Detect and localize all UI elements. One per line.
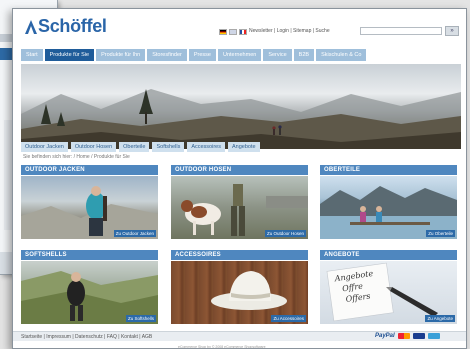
tile-link-oberteile[interactable]: Zu Oberteile (426, 230, 455, 237)
tile-title: OUTDOOR JACKEN (21, 165, 158, 175)
category-tile-outdoor-hosen[interactable]: OUTDOOR HOSEN Zu Outdoor Hosen (171, 165, 308, 239)
site-footer: Startseite | Impressum | Datenschutz | F… (13, 331, 466, 341)
tile-link-angebote[interactable]: Zu Angebote (425, 315, 455, 322)
flag-en-icon[interactable] (229, 29, 237, 35)
flag-fr-icon[interactable] (239, 29, 247, 35)
breadcrumb: Sie befinden sich hier: / Home / Produkt… (23, 154, 130, 160)
sub-nav-softshells[interactable]: Softshells (152, 142, 185, 152)
sub-nav-outdoor-jacken[interactable]: Outdoor Jacken (21, 142, 68, 152)
tile-link-outdoor-hosen[interactable]: Zu Outdoor Hosen (264, 230, 306, 237)
tile-image-angebote[interactable]: Angebote Offre Offers Zu Angebote (320, 261, 457, 324)
payment-logos: PayPal (375, 333, 440, 339)
paypal-logo: PayPal (375, 333, 395, 339)
category-tile-outdoor-jacken[interactable]: OUTDOOR JACKEN Zu Outdoor Jacken (21, 165, 158, 239)
brand-name: Schöffel (38, 16, 107, 36)
nav-item-service[interactable]: Service (263, 49, 292, 61)
tile-title: OUTDOOR HOSEN (171, 165, 308, 175)
nav-item-b2b[interactable]: B2B (293, 49, 315, 61)
language-flags (219, 29, 247, 35)
tile-title: SOFTSHELLS (21, 250, 158, 260)
nav-item-start[interactable]: Start (21, 49, 43, 61)
tile-image-outdoor-jacken[interactable]: Zu Outdoor Jacken (21, 176, 158, 239)
tile-link-outdoor-jacken[interactable]: Zu Outdoor Jacken (113, 230, 156, 237)
screenshot-stage: Schöffel Newsletter | Login | Sitemap | … (0, 0, 470, 349)
tile-link-softshells[interactable]: Zu Softshells (125, 315, 156, 322)
bank-card-icon (427, 333, 440, 339)
tile-image-oberteile[interactable]: Zu Oberteile (320, 176, 457, 239)
tile-image-softshells[interactable]: Zu Softshells (21, 261, 158, 324)
hero-banner-image (21, 64, 461, 149)
logo-mark-icon (25, 20, 37, 34)
nav-item-produkte-fuer-sie[interactable]: Produkte für Sie (44, 49, 95, 61)
sub-navigation: Outdoor Jacken Outdoor Hosen Oberteile S… (21, 142, 461, 152)
brand-logo[interactable]: Schöffel (25, 16, 107, 37)
sub-nav-accessoires[interactable]: Accessoires (187, 142, 225, 152)
main-page-window: Schöffel Newsletter | Login | Sitemap | … (12, 8, 467, 349)
category-tile-angebote[interactable]: ANGEBOTE Angebote Offre Offers Zu Angebo… (320, 250, 457, 324)
category-tile-oberteile[interactable]: OBERTEILE Zu Oberteile (320, 165, 457, 239)
sub-nav-outdoor-hosen[interactable]: Outdoor Hosen (70, 142, 117, 152)
nav-item-skischulen[interactable]: Skischulen & Co (316, 49, 367, 61)
copyright-text: eCommerce Shop by © 2008 eCommerce Shops… (178, 345, 266, 349)
search-input[interactable] (360, 27, 442, 35)
tile-title: OBERTEILE (320, 165, 457, 175)
sub-nav-angebote[interactable]: Angebote (227, 142, 260, 152)
nav-item-produkte-fuer-ihn[interactable]: Produkte für Ihn (96, 49, 146, 61)
tile-title: ACCESSOIRES (171, 250, 308, 260)
site-header: Schöffel Newsletter | Login | Sitemap | … (13, 9, 466, 45)
tile-link-accessoires[interactable]: Zu Accessoires (271, 315, 306, 322)
nav-item-storesfinder[interactable]: Storesfinder (147, 49, 187, 61)
tile-title: ANGEBOTE (320, 250, 457, 260)
visa-icon (412, 333, 425, 339)
footer-links[interactable]: Startseite | Impressum | Datenschutz | F… (21, 333, 152, 341)
nav-item-presse[interactable]: Presse (188, 49, 216, 61)
tile-image-outdoor-hosen[interactable]: Zu Outdoor Hosen (171, 176, 308, 239)
category-tile-accessoires[interactable]: ACCESSOIRES Zu Accessoires (171, 250, 308, 324)
flag-de-icon[interactable] (219, 29, 227, 35)
mastercard-icon (397, 333, 410, 339)
utility-links[interactable]: Newsletter | Login | Sitemap | Suche (249, 28, 330, 34)
sub-nav-oberteile[interactable]: Oberteile (119, 142, 150, 152)
hero-landscape (21, 89, 461, 149)
nav-item-unternehmen[interactable]: Unternehmen (217, 49, 262, 61)
category-tile-softshells[interactable]: SOFTSHELLS Zu Softshells (21, 250, 158, 324)
main-navigation: Start Produkte für Sie Produkte für Ihn … (21, 49, 461, 61)
tile-image-accessoires[interactable]: Zu Accessoires (171, 261, 308, 324)
search-button[interactable]: » (445, 26, 459, 36)
